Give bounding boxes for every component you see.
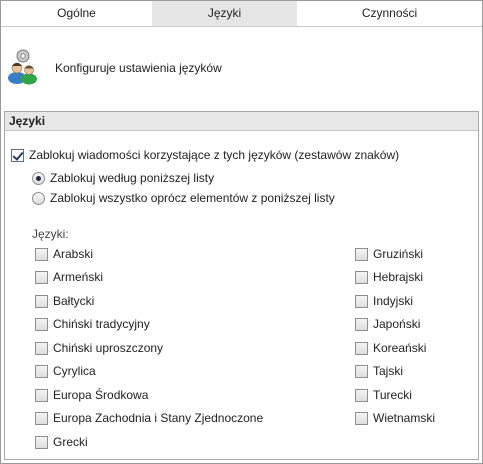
language-item[interactable]: Europa Środkowa [35,388,148,402]
language-item[interactable]: Armeński [35,270,103,284]
language-label: Tajski [373,364,404,378]
language-checkbox[interactable] [355,341,368,355]
tab-actions[interactable]: Czynności [297,1,482,26]
language-item[interactable]: Japoński [355,317,420,331]
users-settings-icon [8,49,37,85]
language-item[interactable]: Wietnamski [355,411,435,425]
block-languages-option[interactable]: Zablokuj wiadomości korzystające z tych … [11,148,399,162]
language-label: Gruziński [373,247,424,261]
radio-block-list-option[interactable]: Zablokuj według poniższej listy [32,171,214,185]
radio-block-except[interactable] [32,191,45,205]
language-label: Arabski [53,247,94,261]
language-checkbox[interactable] [35,388,48,402]
language-item[interactable]: Arabski [35,247,93,261]
radio-block-except-option[interactable]: Zablokuj wszystko oprócz elementów z pon… [32,191,335,205]
language-label: Grecki [53,435,88,449]
language-item[interactable]: Bałtycki [35,294,94,308]
language-checkbox[interactable] [35,317,48,331]
language-label: Europa Zachodnia i Stany Zjednoczone [53,411,264,425]
language-checkbox[interactable] [355,317,368,331]
language-label: Japoński [373,317,421,331]
language-item[interactable]: Indyjski [355,294,413,308]
language-item[interactable]: Turecki [355,388,412,402]
language-checkbox[interactable] [355,247,368,261]
language-label: Turecki [373,388,412,402]
page-header: Konfiguruje ustawienia języków [1,26,482,104]
language-label: Bałtycki [53,294,95,308]
language-checkbox[interactable] [35,270,48,284]
language-checkbox[interactable] [35,247,48,261]
language-checkbox[interactable] [35,364,48,378]
block-languages-label: Zablokuj wiadomości korzystające z tych … [29,148,400,162]
tab-bar: Ogólne Języki Czynności [1,1,482,26]
language-label: Chiński tradycyjny [53,317,150,331]
language-label: Cyrylica [53,364,96,378]
language-label: Koreański [373,341,427,355]
language-item[interactable]: Koreański [355,341,426,355]
language-checkbox[interactable] [35,435,48,449]
radio-block-list[interactable] [32,171,45,185]
language-label: Chiński uproszczony [53,341,164,355]
tab-general[interactable]: Ogólne [1,1,152,26]
language-item[interactable]: Chiński uproszczony [35,341,163,355]
language-label: Armeński [53,270,104,284]
language-checkbox[interactable] [355,294,368,308]
block-languages-checkbox[interactable] [11,148,24,162]
language-label: Hebrajski [373,270,424,284]
language-checkbox[interactable] [35,341,48,355]
language-checkbox[interactable] [355,388,368,402]
language-label: Wietnamski [373,411,436,425]
language-label: Indyjski [373,294,414,308]
language-checkbox[interactable] [35,294,48,308]
language-item[interactable]: Cyrylica [35,364,96,378]
panel-title: Języki [5,112,478,131]
language-item[interactable]: Hebrajski [355,270,423,284]
radio-block-except-label: Zablokuj wszystko oprócz elementów z pon… [50,191,335,205]
language-item[interactable]: Tajski [355,364,403,378]
languages-list-label: Języki: [32,227,69,241]
radio-block-list-label: Zablokuj według poniższej listy [50,171,215,185]
language-item[interactable]: Chiński tradycyjny [35,317,150,331]
tab-languages[interactable]: Języki [152,1,297,26]
language-label: Europa Środkowa [53,388,149,402]
language-checkbox[interactable] [355,270,368,284]
language-checkbox[interactable] [355,364,368,378]
languages-panel: Języki [4,111,479,460]
language-checkbox[interactable] [355,411,368,425]
language-item[interactable]: Grecki [35,435,88,449]
page-description: Konfiguruje ustawienia języków [55,61,222,75]
language-item[interactable]: Gruziński [355,247,423,261]
language-item[interactable]: Europa Zachodnia i Stany Zjednoczone [35,411,263,425]
language-checkbox[interactable] [35,411,48,425]
